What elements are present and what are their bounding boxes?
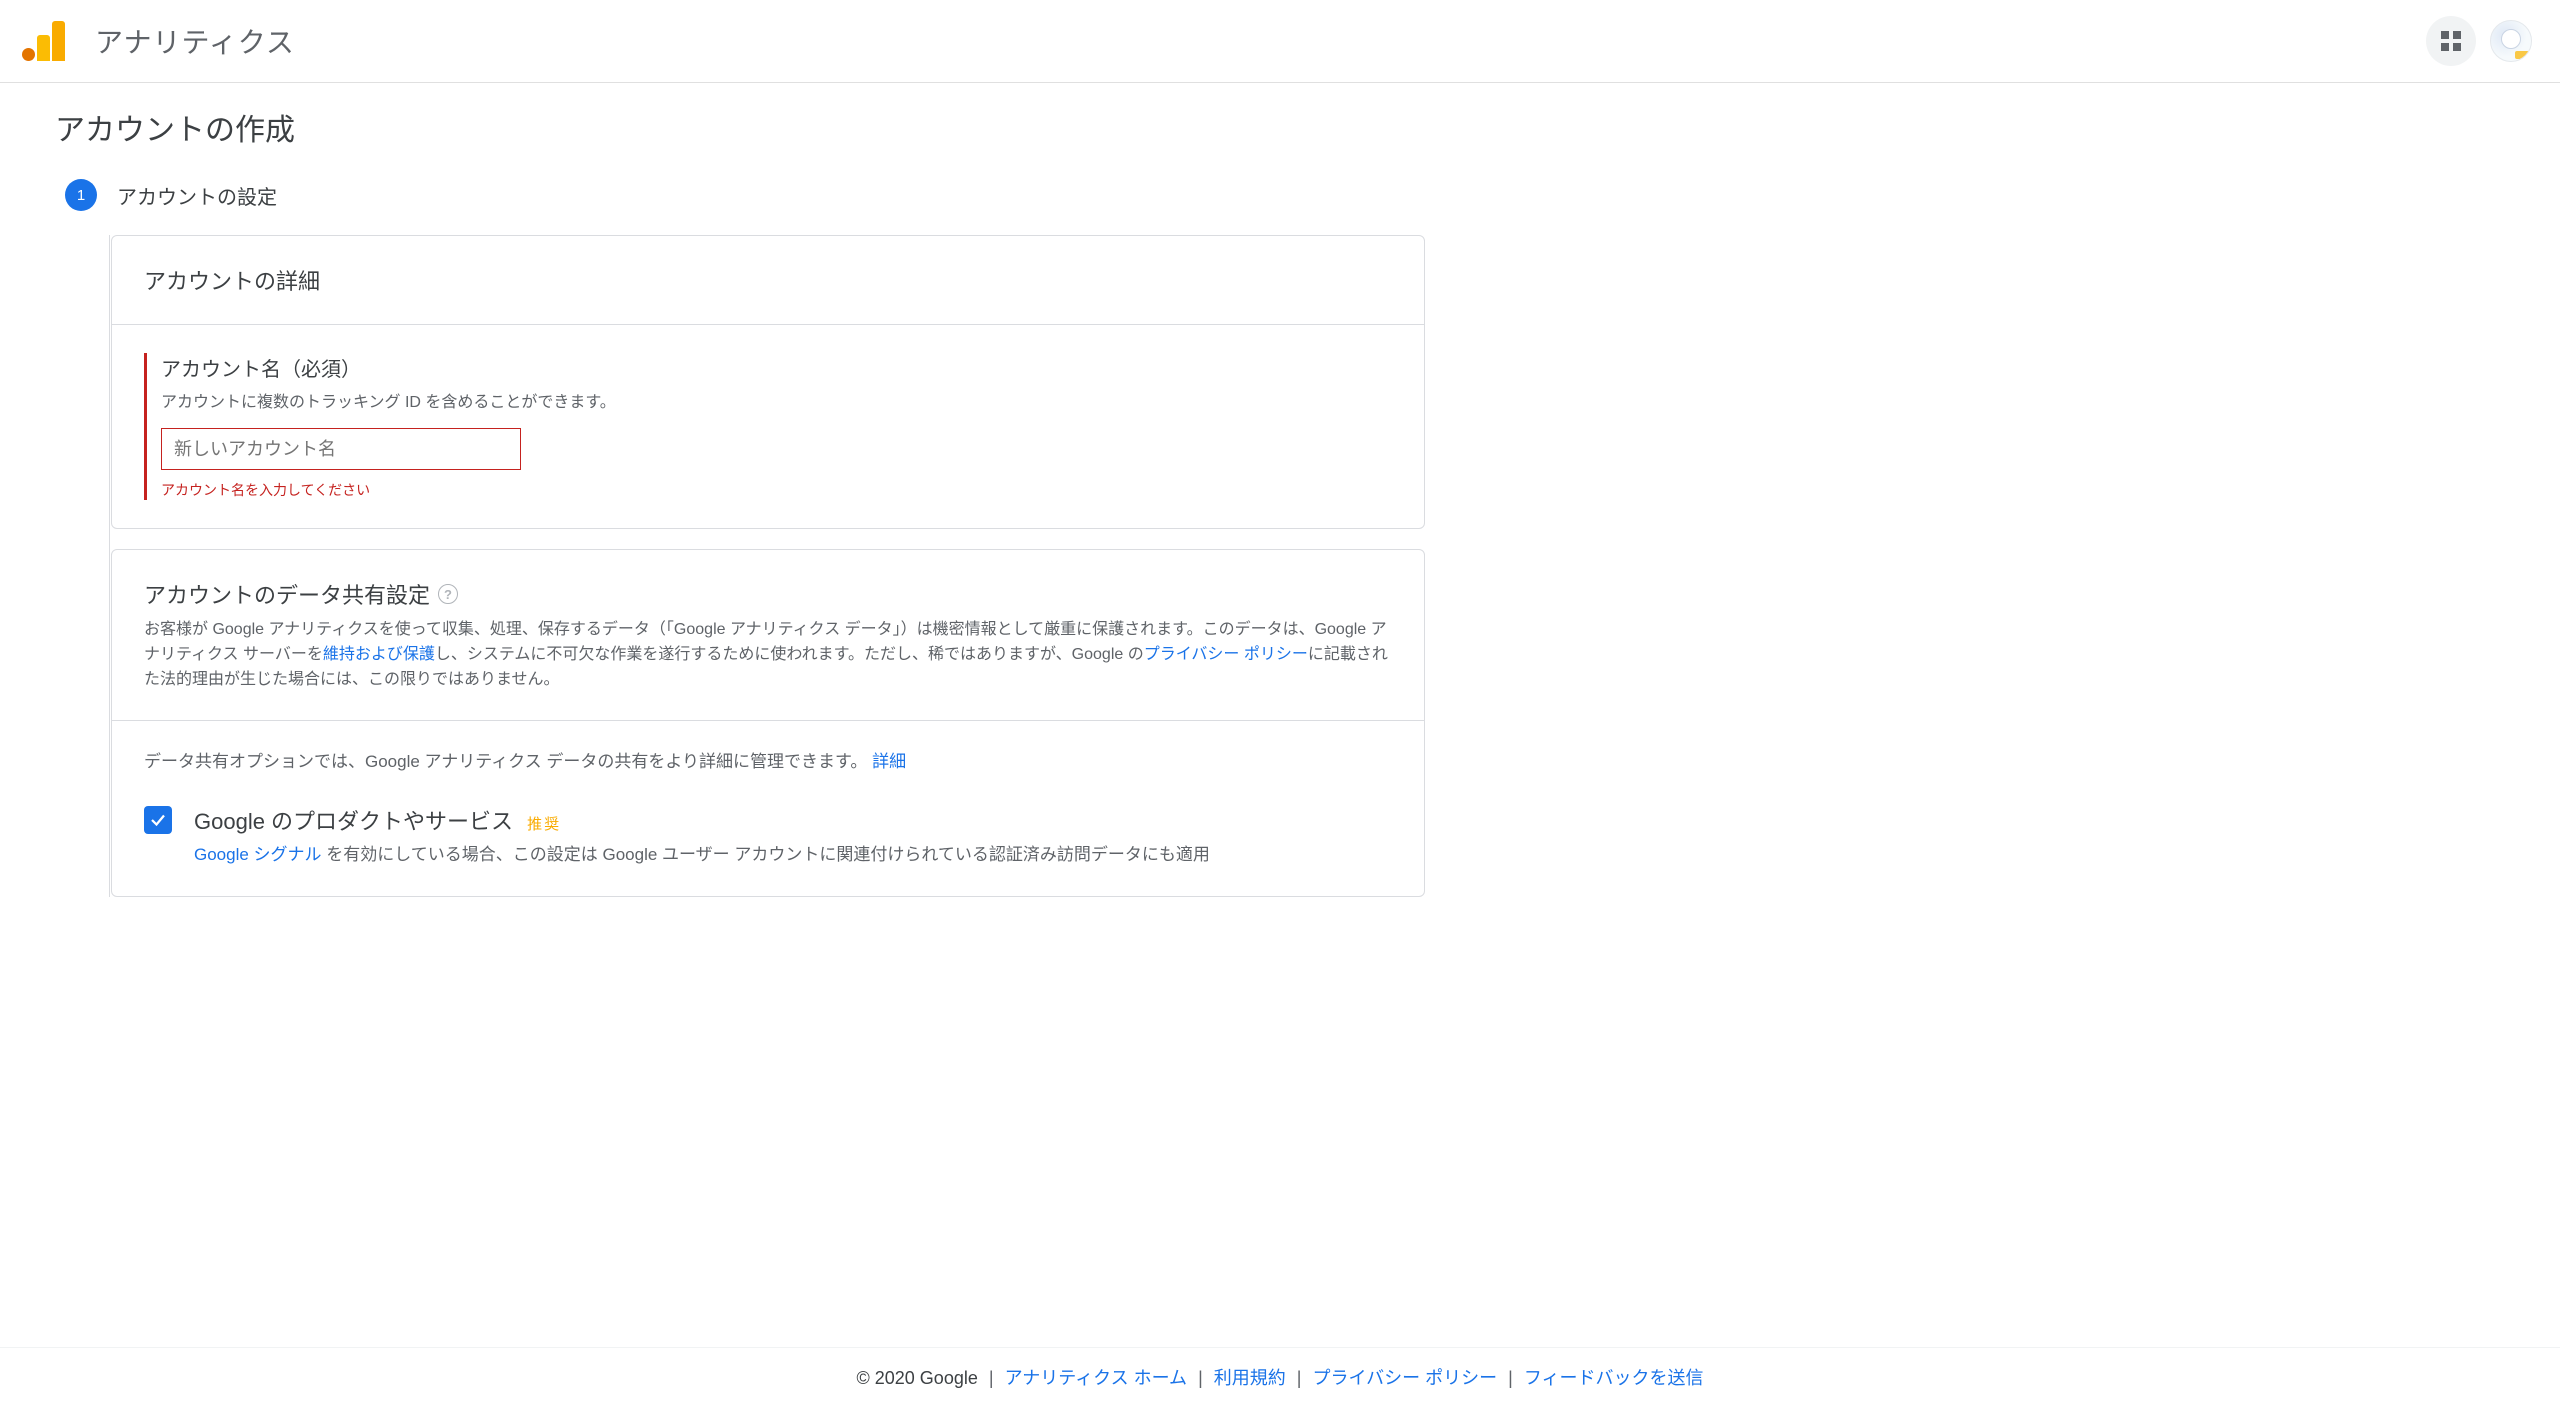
account-name-error: アカウント名を入力してください bbox=[161, 480, 1392, 500]
ds-desc-text-2: し、システムに不可欠な作業を遂行するために使われます。ただし、稀ではありますが、… bbox=[435, 646, 1144, 663]
step-header: 1 アカウントの設定 bbox=[65, 179, 1425, 211]
step-body: アカウントの詳細 アカウント名（必須） アカウントに複数のトラッキング ID を… bbox=[109, 235, 1425, 897]
footer-link-home[interactable]: アナリティクス ホーム bbox=[1005, 1368, 1187, 1388]
google-products-checkbox[interactable] bbox=[144, 806, 172, 834]
privacy-policy-link[interactable]: プライバシー ポリシー bbox=[1144, 646, 1308, 663]
step-number-badge: 1 bbox=[65, 179, 97, 211]
details-link[interactable]: 詳細 bbox=[872, 752, 906, 771]
check-icon bbox=[149, 811, 167, 829]
data-sharing-card: アカウントのデータ共有設定 ? お客様が Google アナリティクスを使って収… bbox=[111, 549, 1425, 897]
help-icon[interactable]: ? bbox=[438, 584, 458, 604]
logo-wrap: アナリティクス bbox=[22, 21, 295, 61]
apps-menu-button[interactable] bbox=[2426, 16, 2476, 66]
main-content: アカウントの作成 1 アカウントの設定 アカウントの詳細 アカウント名（必須） … bbox=[0, 83, 1480, 897]
data-sharing-description: お客様が Google アナリティクスを使って収集、処理、保存するデータ（「Go… bbox=[144, 618, 1392, 692]
footer-copyright: © 2020 Google bbox=[857, 1368, 978, 1388]
account-name-input[interactable] bbox=[161, 428, 521, 470]
google-products-description: Google シグナル を有効にしている場合、この設定は Google ユーザー… bbox=[194, 842, 1392, 868]
step-label: アカウントの設定 bbox=[117, 181, 277, 210]
account-details-card: アカウントの詳細 アカウント名（必須） アカウントに複数のトラッキング ID を… bbox=[111, 235, 1425, 529]
recommended-badge: 推奨 bbox=[527, 813, 561, 834]
footer-link-feedback[interactable]: フィードバックを送信 bbox=[1524, 1368, 1704, 1388]
page-footer: © 2020 Google | アナリティクス ホーム | 利用規約 | プライ… bbox=[0, 1347, 2560, 1408]
apps-grid-icon bbox=[2441, 31, 2461, 51]
data-sharing-option-intro: データ共有オプションでは、Google アナリティクス データの共有をより詳細に… bbox=[144, 749, 1392, 775]
data-sharing-title: アカウントのデータ共有設定 bbox=[144, 578, 430, 610]
analytics-logo-icon bbox=[22, 21, 65, 61]
google-products-desc-text: を有効にしている場合、この設定は Google ユーザー アカウントに関連付けら… bbox=[322, 845, 1210, 864]
brand-title: アナリティクス bbox=[95, 21, 295, 61]
google-products-title: Google のプロダクトやサービス bbox=[194, 804, 513, 836]
ds-option-intro-text: データ共有オプションでは、Google アナリティクス データの共有をより詳細に… bbox=[144, 752, 867, 771]
account-name-label: アカウント名（必須） bbox=[161, 353, 1392, 382]
account-details-title: アカウントの詳細 bbox=[144, 264, 1392, 296]
footer-link-privacy[interactable]: プライバシー ポリシー bbox=[1313, 1368, 1498, 1388]
footer-link-tos[interactable]: 利用規約 bbox=[1214, 1368, 1286, 1388]
google-signals-link[interactable]: Google シグナル bbox=[194, 845, 322, 864]
account-name-field-block: アカウント名（必須） アカウントに複数のトラッキング ID を含めることができま… bbox=[144, 353, 1392, 500]
page-title: アカウントの作成 bbox=[55, 105, 1425, 149]
user-avatar[interactable] bbox=[2490, 20, 2532, 62]
account-name-hint: アカウントに複数のトラッキング ID を含めることができます。 bbox=[161, 388, 1392, 412]
google-products-option: Google のプロダクトやサービス 推奨 Google シグナル を有効にして… bbox=[144, 804, 1392, 868]
app-header: アナリティクス bbox=[0, 0, 2560, 83]
maintain-protect-link[interactable]: 維持および保護 bbox=[323, 646, 435, 663]
